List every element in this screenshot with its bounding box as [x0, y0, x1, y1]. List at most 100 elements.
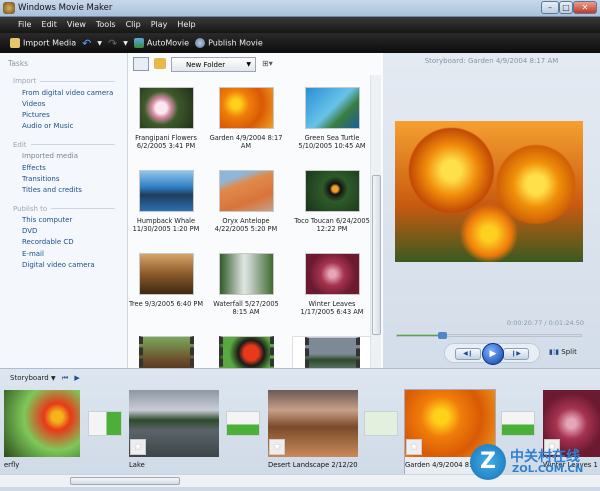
media-item[interactable]: Frangipani Flowers 6/2/2005 3:41 PM — [126, 87, 206, 151]
watermark-en: ZOL.COM.CN — [512, 464, 583, 475]
task-this-computer[interactable]: This computer — [0, 215, 127, 226]
storyboard-view-dropdown[interactable]: Storyboard ▼ — [10, 374, 56, 382]
folder-dropdown[interactable]: New Folder▼ — [171, 57, 256, 72]
media-caption: Frangipani Flowers 6/2/2005 3:41 PM — [126, 134, 206, 151]
toolbar: Import Media ↶ ▼ ↷ ▼ AutoMovie Publish M… — [0, 33, 600, 53]
previous-frame-button[interactable]: ◀❙ — [455, 348, 481, 360]
task-from-camera[interactable]: From digital video camera — [0, 87, 127, 98]
transition-slot[interactable] — [88, 411, 122, 436]
star-icon[interactable]: ★ — [130, 439, 146, 455]
media-caption: Waterfall 5/27/2005 8:15 AM — [206, 300, 286, 317]
group-publish: Publish to — [13, 205, 127, 213]
window-title: Windows Movie Maker — [18, 3, 112, 13]
time-readout: 0:00:20.77 / 0:01:24.50 — [507, 319, 584, 327]
seek-thumb[interactable] — [438, 332, 447, 339]
star-icon[interactable]: ★ — [269, 439, 285, 455]
app-icon — [3, 2, 15, 14]
close-button[interactable]: ✕ — [573, 1, 597, 14]
toggle-tasks-button[interactable] — [133, 57, 149, 71]
task-titles[interactable]: Titles and credits — [0, 184, 127, 195]
media-caption: Humpback Whale 11/30/2005 1:20 PM — [126, 217, 206, 234]
redo-dropdown-icon[interactable]: ▼ — [123, 40, 128, 47]
undo-button[interactable]: ↶ — [82, 37, 91, 50]
media-caption: Green Sea Turtle 5/10/2005 10:45 AM — [292, 134, 372, 151]
import-media-button[interactable]: Import Media — [10, 38, 76, 48]
clip-thumbnail — [4, 390, 80, 457]
folder-up-icon[interactable] — [154, 58, 166, 69]
rewind-button[interactable]: ⏮ — [62, 374, 68, 382]
task-audio[interactable]: Audio or Music — [0, 121, 127, 132]
view-label: Storyboard — [10, 374, 49, 382]
publish-movie-button[interactable]: Publish Movie — [195, 38, 263, 48]
seek-progress — [397, 335, 442, 336]
watermark-cn: 中关村在线 — [510, 446, 580, 466]
task-effects[interactable]: Effects — [0, 162, 127, 173]
media-item[interactable]: Garden 4/9/2004 8:17 AM — [206, 87, 286, 151]
scroll-thumb[interactable] — [372, 175, 381, 335]
redo-button[interactable]: ↷ — [108, 37, 117, 50]
storyboard-clip[interactable]: ★Lake — [129, 390, 219, 474]
media-thumbnail — [139, 170, 194, 212]
minimize-button[interactable]: – — [541, 1, 559, 14]
media-thumbnail — [139, 87, 194, 129]
transition-slot[interactable] — [364, 411, 398, 436]
media-thumbnail — [219, 253, 274, 295]
task-dv-camera[interactable]: Digital video camera — [0, 259, 127, 270]
media-item[interactable]: Oryx Antelope 4/22/2005 5:20 PM — [206, 170, 286, 234]
playback-controls: ◀❙ ❙▶ ▶ — [444, 343, 540, 363]
storyboard-clip[interactable]: erfly — [4, 390, 80, 474]
automovie-icon — [134, 38, 144, 48]
storyboard-header: Storyboard ▼ ⏮ ▶ — [10, 374, 80, 383]
task-cd[interactable]: Recordable CD — [0, 237, 127, 248]
media-caption: Tree 9/3/2005 6:40 PM — [126, 300, 206, 308]
undo-dropdown-icon[interactable]: ▼ — [97, 40, 102, 47]
task-imported-media[interactable]: Imported media — [0, 151, 127, 162]
media-caption: Oryx Antelope 4/22/2005 5:20 PM — [206, 217, 286, 234]
task-email[interactable]: E-mail — [0, 248, 127, 259]
media-item[interactable]: Tree 9/3/2005 6:40 PM — [126, 253, 206, 308]
vertical-scrollbar[interactable] — [370, 75, 381, 368]
media-thumbnail — [219, 87, 274, 129]
scroll-thumb[interactable] — [70, 477, 180, 485]
menu-tools[interactable]: Tools — [91, 17, 121, 33]
storyboard-play-button[interactable]: ▶ — [74, 374, 79, 382]
play-button[interactable]: ▶ — [482, 343, 504, 365]
split-label: Split — [561, 348, 577, 356]
tasks-pane: Tasks Import From digital video camera V… — [0, 53, 128, 368]
menu-file[interactable]: File — [13, 17, 36, 33]
view-options-icon[interactable]: ⊞▾ — [262, 59, 273, 68]
zol-logo: Z — [470, 444, 506, 480]
task-videos[interactable]: Videos — [0, 98, 127, 109]
transition-slot[interactable] — [226, 411, 260, 436]
automovie-button[interactable]: AutoMovie — [134, 38, 189, 48]
import-label: Import Media — [23, 39, 76, 48]
media-item[interactable]: Waterfall 5/27/2005 8:15 AM — [206, 253, 286, 317]
media-item[interactable]: Green Sea Turtle 5/10/2005 10:45 AM — [292, 87, 372, 151]
task-dvd[interactable]: DVD — [0, 226, 127, 237]
preview-monitor: Storyboard: Garden 4/9/2004 8:17 AM 0:00… — [383, 53, 600, 368]
menu-help[interactable]: Help — [172, 17, 200, 33]
media-item[interactable]: Toco Toucan 6/24/2005 12:22 PM — [292, 170, 372, 234]
transition-slot[interactable] — [501, 411, 535, 436]
chevron-down-icon: ▼ — [51, 375, 56, 382]
folder-name: New Folder — [186, 61, 225, 69]
menu-clip[interactable]: Clip — [121, 17, 146, 33]
title-bar: Windows Movie Maker – □ ✕ — [0, 0, 600, 17]
maximize-button[interactable]: □ — [559, 1, 573, 14]
media-thumbnail — [305, 253, 360, 295]
next-frame-button[interactable]: ❙▶ — [503, 348, 529, 360]
media-thumbnail — [219, 170, 274, 212]
media-item[interactable]: Winter Leaves 1/17/2005 6:43 AM — [292, 253, 372, 317]
storyboard-clip[interactable]: ★ Desert Landscape 2/12/20... — [268, 390, 358, 474]
split-button[interactable]: ▮¦▮ Split — [549, 348, 577, 356]
menu-edit[interactable]: Edit — [36, 17, 62, 33]
task-pictures[interactable]: Pictures — [0, 109, 127, 120]
star-icon[interactable]: ★ — [406, 439, 422, 455]
menu-bar: File Edit View Tools Clip Play Help — [0, 17, 600, 33]
task-transitions[interactable]: Transitions — [0, 173, 127, 184]
media-item[interactable]: Humpback Whale 11/30/2005 1:20 PM — [126, 170, 206, 234]
seek-bar[interactable] — [396, 334, 582, 337]
clip-label: Desert Landscape 2/12/20... — [268, 461, 358, 469]
menu-play[interactable]: Play — [146, 17, 173, 33]
menu-view[interactable]: View — [62, 17, 91, 33]
